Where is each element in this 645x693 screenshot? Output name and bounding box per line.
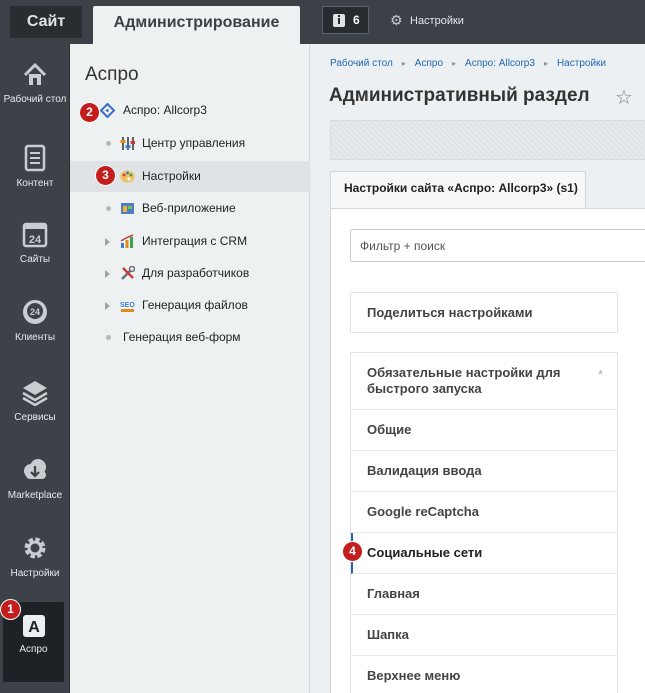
sidebar-item-webform-generation[interactable]: Генерация веб-форм — [70, 322, 310, 353]
seo-icon: SEO — [120, 302, 135, 312]
top-bar: Сайт Администрирование 6 ⚙ Настройки — [0, 0, 645, 44]
sidebar-label: Веб-приложение — [142, 201, 236, 215]
notifications-count: 6 — [353, 13, 360, 27]
gear-icon — [24, 537, 46, 559]
favorite-star-icon[interactable]: ☆ — [615, 85, 633, 110]
bullet-icon — [106, 206, 111, 211]
step-marker-1: 1 — [1, 600, 20, 619]
svg-text:SEO: SEO — [120, 302, 135, 309]
settings-item-label: Обязательные настройки для быстрого запу… — [367, 365, 561, 396]
layers-icon — [22, 381, 48, 406]
rail-item-content[interactable]: Контент — [0, 144, 70, 189]
rail-label-content: Контент — [16, 178, 54, 189]
sidebar-item-webapp[interactable]: Веб-приложение — [70, 193, 310, 224]
section-sidebar: Аспро Аспро: Allcorp3 Центр управления Н… — [70, 44, 310, 693]
settings-panel: Поделиться настройками Обязательные наст… — [330, 208, 645, 693]
toolbar-strip — [330, 120, 645, 160]
calendar-icon: 24 — [22, 222, 48, 248]
rail-item-sites[interactable]: 24 Сайты — [0, 220, 70, 265]
page-title: Административный раздел — [329, 85, 590, 106]
sidebar-label: Настройки — [142, 169, 201, 183]
sidebar-item-developers[interactable]: Для разработчиков — [70, 258, 310, 289]
rail-item-marketplace[interactable]: Marketplace — [0, 456, 70, 501]
sidebar-item-control-center[interactable]: Центр управления — [70, 128, 310, 159]
sidebar-label: Интеграция с CRM — [142, 234, 248, 248]
aspro-a-icon: A — [22, 615, 45, 637]
breadcrumb: Рабочий стол ▸ Аспро ▸ Аспро: Allcorp3 ▸ Настр… — [330, 58, 606, 69]
main-menu-rail: Рабочий стол Контент 24 Сайты 24 Клиенты — [0, 44, 70, 693]
rail-label-services: Сервисы — [14, 412, 56, 423]
expand-arrow-icon[interactable] — [105, 302, 110, 310]
settings-item-recaptcha[interactable]: Google reCaptcha — [351, 492, 617, 533]
breadcrumb-item[interactable]: Настройки — [557, 58, 606, 69]
rail-label-marketplace: Marketplace — [7, 490, 63, 501]
top-settings-link[interactable]: ⚙ Настройки — [390, 12, 464, 29]
palette-icon — [120, 170, 135, 183]
sidebar-label: Аспро: Allcorp3 — [123, 103, 207, 117]
rail-label-clients: Клиенты — [14, 332, 56, 343]
sidebar-item-aspro-allcorp3[interactable]: Аспро: Allcorp3 — [70, 95, 310, 126]
tab-site[interactable]: Сайт — [10, 6, 82, 38]
rail-label-sites: Сайты — [19, 254, 51, 265]
document-icon — [24, 144, 46, 172]
expand-arrow-icon[interactable] — [105, 238, 110, 246]
notification-icon — [333, 14, 345, 27]
rail-label-desktop: Рабочий стол — [3, 94, 67, 105]
svg-text:A: A — [28, 619, 40, 636]
sidebar-label: Для разработчиков — [142, 266, 250, 280]
settings-item-top-menu[interactable]: Верхнее меню — [351, 656, 617, 693]
tab-site-settings[interactable]: Настройки сайта «Аспро: Allcorp3» (s1) — [330, 171, 586, 208]
settings-item-header[interactable]: Шапка — [351, 615, 617, 656]
svg-text:24: 24 — [29, 234, 42, 246]
rail-label-aspro: Аспро — [19, 644, 48, 655]
step-marker-2: 2 — [80, 103, 99, 122]
sidebar-title: Аспро — [85, 64, 139, 85]
breadcrumb-item[interactable]: Рабочий стол — [330, 58, 393, 69]
rail-item-clients[interactable]: 24 Клиенты — [0, 298, 70, 343]
chart-icon — [120, 234, 134, 248]
bullet-icon — [106, 141, 111, 146]
clients-icon: 24 — [23, 300, 47, 324]
top-settings-label: Настройки — [410, 15, 464, 27]
svg-text:24: 24 — [30, 307, 40, 317]
webapp-icon — [121, 203, 134, 214]
settings-item-social-networks[interactable]: Социальные сети — [351, 533, 617, 574]
rail-item-services[interactable]: Сервисы — [0, 378, 70, 423]
breadcrumb-item[interactable]: Аспро — [415, 58, 443, 69]
chevron-right-icon: ▸ — [452, 59, 457, 68]
chevron-right-icon: ▸ — [543, 59, 548, 68]
step-marker-4: 4 — [343, 542, 362, 561]
gear-icon: ⚙ — [390, 12, 403, 28]
filter-search-input[interactable] — [350, 229, 645, 262]
sidebar-label: Центр управления — [142, 136, 246, 150]
home-icon — [23, 62, 47, 85]
chevron-right-icon: ▸ — [401, 59, 406, 68]
notifications-button[interactable]: 6 — [322, 6, 369, 34]
settings-item-input-validation[interactable]: Валидация ввода — [351, 451, 617, 492]
share-settings-button[interactable]: Поделиться настройками — [350, 292, 618, 333]
settings-item-main-page[interactable]: Главная — [351, 574, 617, 615]
sidebar-label: Генерация веб-форм — [123, 330, 241, 344]
rail-item-desktop[interactable]: Рабочий стол — [0, 62, 70, 105]
rail-label-settings: Настройки — [10, 568, 60, 579]
cloud-download-icon — [24, 459, 46, 479]
sidebar-item-crm-integration[interactable]: Интеграция с CRM — [70, 226, 310, 257]
rail-item-settings[interactable]: Настройки — [0, 534, 70, 579]
step-marker-3: 3 — [96, 166, 115, 185]
tab-administration[interactable]: Администрирование — [93, 6, 300, 44]
sidebar-item-file-generation[interactable]: SEO Генерация файлов — [70, 290, 310, 321]
expand-arrow-icon[interactable] — [105, 270, 110, 278]
main-content: Рабочий стол ▸ Аспро ▸ Аспро: Allcorp3 ▸ Настр… — [311, 44, 645, 693]
sliders-icon — [120, 137, 135, 150]
settings-item-quick-start[interactable]: Обязательные настройки для быстрого запу… — [351, 353, 617, 410]
aspro-diamond-icon — [100, 103, 115, 118]
settings-item-general[interactable]: Общие — [351, 410, 617, 451]
sidebar-label: Генерация файлов — [142, 298, 248, 312]
required-asterisk-icon: * — [597, 367, 603, 382]
breadcrumb-item[interactable]: Аспро: Allcorp3 — [465, 58, 535, 69]
bullet-icon — [106, 335, 111, 340]
tools-icon — [121, 266, 135, 280]
settings-section-list: Обязательные настройки для быстрого запу… — [350, 352, 618, 693]
